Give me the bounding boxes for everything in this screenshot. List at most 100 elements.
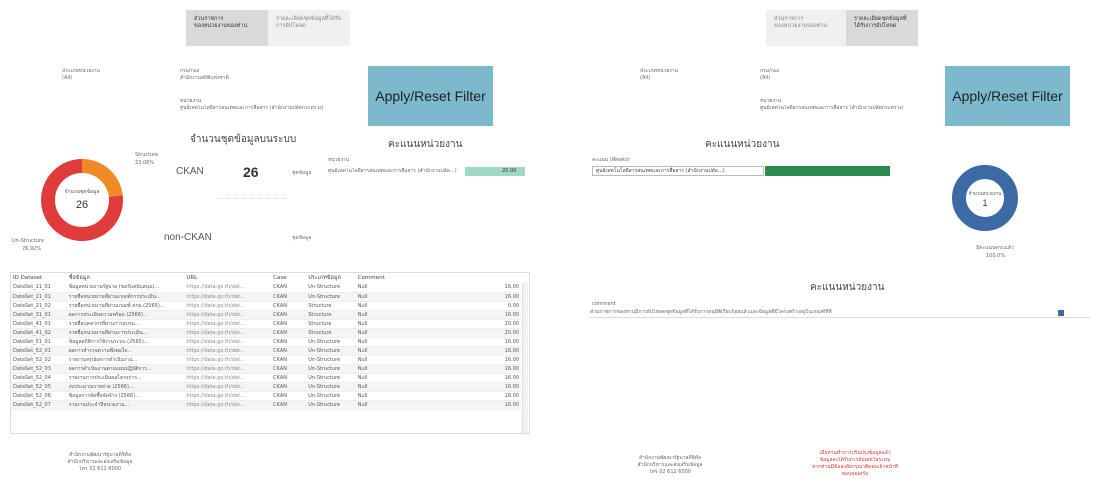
filter-agency-type[interactable]: ประเภทหน่วยงาน (All): [62, 68, 152, 82]
table-row[interactable]: DataSet_11_01 ข้อมูลหน่วยงานรัฐบาล (ขอรับ…: [11, 283, 521, 293]
footer-right-line-1: สำนักงานพัฒนารัฐบาลดิจิทัล: [638, 455, 702, 461]
col-comment[interactable]: Comment: [356, 273, 490, 283]
apply-reset-filter-button-right[interactable]: Apply/Reset Filter: [945, 66, 1070, 126]
tab-agency[interactable]: ส่วนราชการ ของหน่วยงานของท่าน: [186, 10, 268, 46]
table-row[interactable]: DataSet_41_02 รายชื่อหน่วยงานที่ผ่านการปร…: [11, 328, 521, 338]
cell-score: 16.00: [489, 382, 521, 392]
cell-id: DataSet_52_01: [11, 346, 67, 356]
cell-url[interactable]: https://data.go.th/dat...: [184, 283, 272, 293]
tab-dataset-detail-right[interactable]: รายละเอียดชุดข้อมูลที่ได้รับการอัปโหลด: [846, 10, 918, 46]
agency-score-heading: คะแนนหน่วยงาน: [388, 139, 463, 150]
table-row[interactable]: DataSet_51_01 ข้อมูลสถิติการใช้งานระบบ (2…: [11, 337, 521, 347]
table-row[interactable]: DataSet_52_05 งบประมาณรายจ่าย (2566)... ht…: [11, 382, 521, 392]
tab-dataset-detail-label: รายละเอียดชุดข้อมูลที่ได้รับการอัปโหลด: [276, 16, 342, 29]
cell-url[interactable]: https://data.go.th/dat...: [184, 355, 272, 365]
legend-complete: มีคะแนนครบแล้ว: [976, 245, 1014, 251]
table-row[interactable]: DataSet_52_06 ข้อมูลการจัดซื้อจัดจ้าง (25…: [11, 391, 521, 401]
cell-comment: Null: [355, 310, 490, 320]
table-row[interactable]: DataSet_52_07 รายงานประจำปีหน่วยงาน... htt…: [11, 400, 521, 410]
cell-score: 16.00: [489, 337, 521, 347]
cell-id: DataSet_52_06: [11, 391, 67, 401]
apply-reset-filter-button[interactable]: Apply/Reset Filter: [368, 66, 493, 126]
score-agency-dropdown[interactable]: ศูนย์เทคโนโลยีสารสนเทศและการสื่อสาร (สำน…: [592, 166, 764, 176]
tab-agency-right-sub: ของหน่วยงานของท่าน: [774, 23, 828, 29]
cell-type: Structure: [306, 310, 356, 320]
table-row[interactable]: DataSet_52_03 ผลการดำเนินงานตามแผนปฏิบัติ…: [11, 364, 521, 374]
cell-type: Un-Structure: [306, 382, 356, 392]
filter-agency-type-right[interactable]: ประเภทหน่วยงาน (All): [640, 68, 730, 82]
tab-dataset-detail[interactable]: รายละเอียดชุดข้อมูลที่ได้รับการอัปโหลด: [268, 10, 350, 46]
cell-url[interactable]: https://data.go.th/dat...: [184, 391, 272, 401]
cell-comment: Null: [355, 283, 490, 293]
dataset-type-donut: จำนวนชุดข้อมูล 26: [41, 159, 123, 241]
cell-url[interactable]: https://data.go.th/dat...: [184, 346, 272, 356]
col-url[interactable]: URL: [184, 273, 271, 283]
tab-agency-right[interactable]: ส่วนราชการ ของหน่วยงานของท่าน: [766, 10, 846, 46]
table-row[interactable]: DataSet_21_01 รายชื่อหน่วยงานที่ผ่านเกณฑ์…: [11, 292, 521, 302]
cell-score: 20.00: [489, 319, 521, 329]
cell-url[interactable]: https://data.go.th/dat...: [184, 310, 272, 320]
cell-url[interactable]: https://data.go.th/dat...: [184, 337, 272, 347]
dataset-table-container[interactable]: ID Dataset ชื่อข้อมูล URL Case ประเภทข้อ…: [10, 272, 530, 434]
cell-type: Structure: [306, 328, 356, 338]
cell-url[interactable]: https://data.go.th/dat...: [184, 400, 272, 410]
notice-line-2: ข้อมูลจะได้รับการอัปเดตในระบบ: [819, 457, 891, 463]
cell-name: รายงานประจำปีหน่วยงาน...: [66, 400, 185, 410]
cell-type: Un-Structure: [306, 400, 356, 410]
filter-unit-right[interactable]: หน่วยงาน ศูนย์เทคโนโลยีสารสนเทศและการสื่…: [760, 98, 930, 112]
cell-comment: Null: [355, 364, 490, 374]
agency-score-heading-right: คะแนนหน่วยงาน: [705, 139, 780, 150]
tab-dataset-detail-right-label: รายละเอียดชุดข้อมูลที่ได้รับการอัปโหลด: [854, 16, 907, 29]
cell-score: 16.00: [489, 364, 521, 374]
table-row[interactable]: DataSet_52_04 รายงานการประเมินผลโครงการ..…: [11, 373, 521, 383]
table-row[interactable]: DataSet_52_02 รายงานสรุปผลการดำเนินงาน...…: [11, 355, 521, 365]
table-scrollbar[interactable]: [522, 283, 528, 433]
col-score[interactable]: [490, 273, 521, 283]
cell-type: Un-Structure: [306, 346, 356, 356]
cell-comment: Null: [355, 328, 490, 338]
cell-case: CKAN: [271, 400, 307, 410]
cell-case: CKAN: [271, 382, 307, 392]
col-type[interactable]: ประเภทข้อมูล: [306, 273, 356, 283]
cell-case: CKAN: [271, 310, 307, 320]
cell-url[interactable]: https://data.go.th/dat...: [184, 373, 272, 383]
cell-name: รายงานสรุปผลการดำเนินงาน...: [66, 355, 185, 365]
footer-right-line-2: สำนักบริหารและส่งเสริมข้อมูล: [637, 462, 703, 468]
donut-center-value-right: 1: [982, 198, 987, 208]
cell-id: DataSet_52_04: [11, 373, 67, 383]
cell-id: DataSet_31_01: [11, 310, 67, 320]
cell-score: 16.00: [489, 355, 521, 365]
table-row[interactable]: DataSet_21_02 รายชื่อหน่วยงานที่ผ่านเกณฑ์…: [11, 301, 521, 311]
comment-indicator-icon: [1058, 310, 1064, 316]
cell-url[interactable]: https://data.go.th/dat...: [184, 301, 272, 311]
col-case[interactable]: Case: [271, 273, 306, 283]
cell-id: DataSet_41_02: [11, 328, 67, 338]
cell-url[interactable]: https://data.go.th/dat...: [184, 319, 272, 329]
cell-type: Structure: [306, 319, 356, 329]
table-row[interactable]: DataSet_52_01 ผลการสำรวจความพึงพอใจ... htt…: [11, 346, 521, 356]
filter-department-right[interactable]: กรม/กอง (All): [760, 68, 850, 82]
filter-department[interactable]: กรม/กอง สำนักงานสถิติแห่งชาติ: [180, 68, 300, 82]
col-id[interactable]: ID Dataset: [11, 273, 67, 283]
cell-name: งบประมาณรายจ่าย (2566)...: [66, 382, 185, 392]
cell-name: ผลการประเมินความพร้อม (2566)...: [66, 310, 185, 320]
cell-comment: Null: [355, 292, 490, 302]
donut-center-label: จำนวนชุดข้อมูล: [65, 188, 100, 195]
table-row[interactable]: DataSet_41_01 รายชื่อบุคลากรที่ผ่านการอบร…: [11, 319, 521, 329]
cell-url[interactable]: https://data.go.th/dat...: [184, 292, 272, 302]
score-row-label: หน่วยงาน: [328, 157, 350, 163]
score-value: 20.00: [502, 168, 517, 174]
cell-url[interactable]: https://data.go.th/dat...: [184, 382, 272, 392]
cell-type: Un-Structure: [306, 337, 356, 347]
tab-agency-right-label: ส่วนราชการ: [774, 16, 804, 22]
table-row[interactable]: DataSet_31_01 ผลการประเมินความพร้อม (2566…: [11, 310, 521, 320]
filter-unit[interactable]: หน่วยงาน ศูนย์เทคโนโลยีสารสนเทศและการสื่…: [180, 98, 360, 112]
agency-score-heading-2: คะแนนหน่วยงาน: [810, 282, 885, 293]
cell-url[interactable]: https://data.go.th/dat...: [184, 364, 272, 374]
cell-comment: Null: [355, 346, 490, 356]
cell-url[interactable]: https://data.go.th/dat...: [184, 328, 272, 338]
cell-type: Un-Structure: [306, 292, 356, 302]
col-name[interactable]: ชื่อข้อมูล: [67, 273, 185, 283]
cell-case: CKAN: [271, 391, 307, 401]
cell-id: DataSet_52_07: [11, 400, 67, 410]
